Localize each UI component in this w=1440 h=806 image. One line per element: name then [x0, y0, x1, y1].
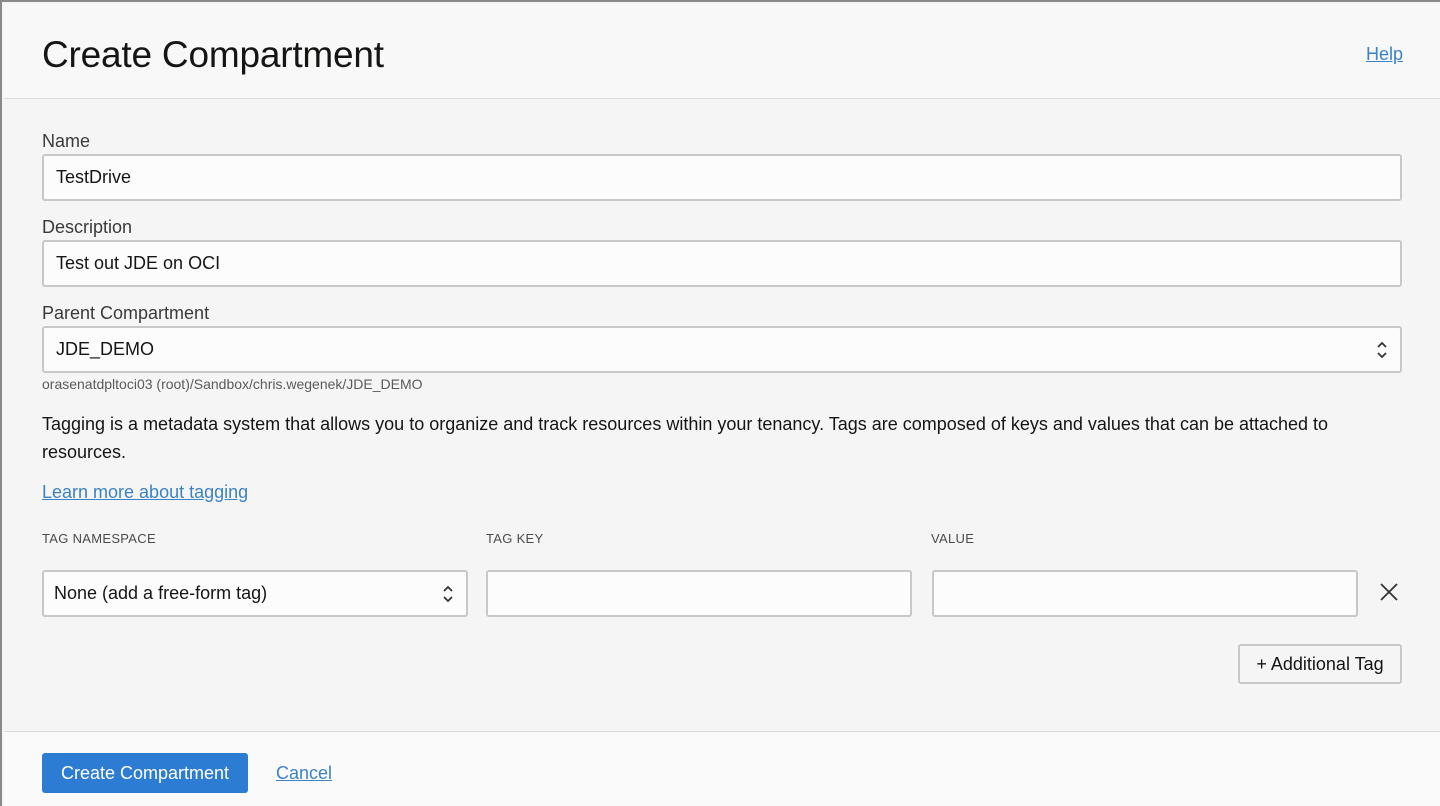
help-link[interactable]: Help — [1366, 44, 1403, 65]
select-arrows-icon — [443, 585, 453, 603]
description-input[interactable]: Test out JDE on OCI — [42, 240, 1402, 287]
panel-footer: Create Compartment Cancel — [4, 731, 1440, 806]
tag-namespace-value: None (add a free-form tag) — [54, 583, 268, 603]
name-label: Name — [42, 131, 91, 151]
description-label: Description — [42, 217, 133, 237]
additional-tag-button[interactable]: + Additional Tag — [1238, 644, 1402, 684]
parent-compartment-select[interactable]: JDE_DEMO — [42, 326, 1402, 373]
name-input[interactable]: TestDrive — [42, 154, 1402, 201]
tag-value-input[interactable] — [932, 570, 1358, 617]
tagging-description: Tagging is a metadata system that allows… — [42, 414, 1329, 462]
panel-header: Create Compartment Help — [4, 4, 1440, 99]
create-compartment-button[interactable]: Create Compartment — [42, 753, 248, 793]
parent-compartment-label: Parent Compartment — [42, 303, 210, 323]
close-icon[interactable] — [1378, 581, 1400, 603]
learn-more-tagging-link[interactable]: Learn more about tagging — [42, 482, 248, 503]
parent-compartment-value: JDE_DEMO — [56, 339, 155, 359]
select-arrows-icon — [1377, 341, 1387, 359]
tag-key-input[interactable] — [486, 570, 912, 617]
form-body: Name TestDrive Description Test out JDE … — [4, 100, 1440, 730]
tag-key-header: TAG KEY — [486, 531, 544, 546]
tag-value-header: VALUE — [931, 531, 975, 546]
tag-namespace-header: TAG NAMESPACE — [42, 531, 156, 546]
tag-namespace-select[interactable]: None (add a free-form tag) — [42, 570, 468, 617]
compartment-path: orasenatdpltoci03 (root)/Sandbox/chris.w… — [42, 376, 423, 392]
create-compartment-panel: Create Compartment Help Name TestDrive D… — [0, 0, 1440, 806]
page-title: Create Compartment — [42, 34, 384, 75]
cancel-link[interactable]: Cancel — [276, 763, 332, 784]
